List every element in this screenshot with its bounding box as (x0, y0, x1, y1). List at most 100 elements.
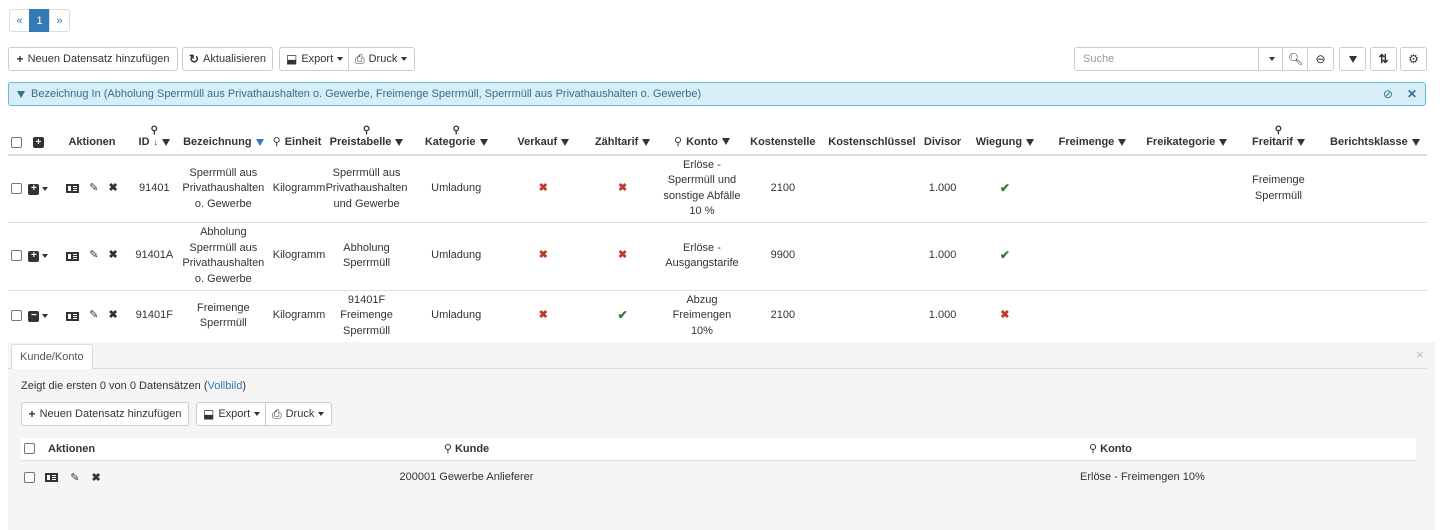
sub-add-record-button[interactable]: + Neuen Datensatz hinzufügen (21, 402, 189, 426)
expand-row-icon[interactable]: + (28, 250, 40, 262)
pagination-page-1[interactable]: 1 (29, 9, 50, 32)
header-divisor[interactable]: Divisor (920, 118, 965, 156)
sub-select-all-checkbox[interactable] (24, 443, 35, 455)
sub-export-print-group: ⬓ Export ⎙ Druck (196, 402, 332, 426)
disable-filter-icon[interactable]: ⊘ (1383, 87, 1393, 101)
filter-icon (1348, 55, 1357, 63)
collapse-row-icon[interactable]: − (28, 310, 40, 322)
settings-button[interactable]: ⚙ (1400, 47, 1427, 71)
search-dropdown-button[interactable] (1258, 47, 1285, 71)
header-wiegung[interactable]: Wiegung (964, 118, 1046, 156)
details-card-icon[interactable] (45, 472, 59, 482)
row-checkbox[interactable] (11, 309, 23, 321)
remove-filter-icon[interactable]: ✕ (1407, 87, 1417, 101)
export-button[interactable]: ⬓ Export (279, 47, 349, 71)
header-kostenstelle[interactable]: Kostenstelle (742, 118, 824, 156)
filter-icon[interactable] (395, 138, 404, 146)
check-icon: ✔ (999, 180, 1010, 195)
header-konto[interactable]: ⚲ Konto (661, 118, 743, 156)
print-button[interactable]: ⎙ Druck (348, 47, 415, 71)
caret-down-icon (337, 57, 344, 61)
sort-button[interactable]: ⇅ (1370, 47, 1397, 71)
filter-icon[interactable] (642, 138, 651, 146)
header-kategorie[interactable]: ⚲ Kategorie (409, 118, 503, 156)
edit-pencil-icon[interactable]: ✎ (89, 181, 98, 197)
header-id[interactable]: ⚲ ID ↓ (132, 118, 176, 156)
row-checkbox[interactable] (11, 249, 23, 261)
search-button[interactable]: 🔍︎ (1282, 47, 1309, 71)
edit-pencil-icon[interactable]: ✎ (70, 471, 79, 484)
header-preistabelle[interactable]: ⚲ Preistabelle (323, 118, 410, 156)
table-row[interactable]: + ✎ ✖ 91401A Abholung Sperrmüll aus Priva… (8, 222, 1427, 291)
tab-kunde-konto[interactable]: Kunde/Konto (11, 344, 93, 369)
edit-pencil-icon[interactable]: ✎ (89, 248, 98, 264)
header-bezeichnung[interactable]: Bezeichnung (175, 118, 271, 156)
print-icon: ⎙ (272, 407, 282, 421)
header-freitarif[interactable]: ⚲ Freitarif (1234, 118, 1323, 156)
export-icon: ⬓ (203, 407, 215, 421)
delete-icon[interactable]: ✖ (108, 308, 117, 324)
caret-down-icon (401, 57, 408, 61)
filter-active-icon[interactable] (255, 138, 264, 146)
caret-down-icon[interactable] (42, 254, 49, 259)
header-zaehltarif[interactable]: Zähltarif (583, 118, 662, 156)
delete-icon[interactable]: ✖ (92, 471, 101, 484)
header-freimenge[interactable]: Freimenge (1045, 118, 1140, 156)
cell-divisor: 1.000 (920, 155, 965, 223)
fullscreen-link[interactable]: Vollbild (208, 380, 243, 392)
cell-kategorie: Umladung (409, 222, 503, 291)
cell-freikategorie (1139, 155, 1235, 223)
caret-down-icon[interactable] (42, 314, 49, 319)
delete-icon[interactable]: ✖ (108, 248, 117, 264)
cell-berichtsklasse (1322, 155, 1427, 223)
expand-row-icon[interactable]: + (28, 183, 40, 195)
details-card-icon[interactable] (66, 184, 80, 194)
filter-icon[interactable] (1411, 138, 1420, 146)
header-freikategorie[interactable]: Freikategorie (1139, 118, 1235, 156)
sub-table: Aktionen ⚲ Kunde ⚲ Konto ✎ ✖ 200001 Gewer… (21, 438, 1416, 494)
header-einheit[interactable]: ⚲ Einheit (270, 118, 324, 156)
caret-down-icon[interactable] (42, 187, 49, 191)
filter-icon[interactable] (561, 138, 570, 146)
filter-icon[interactable] (1219, 138, 1228, 146)
cell-divisor: 1.000 (920, 290, 965, 343)
print-icon: ⎙ (355, 52, 365, 66)
delete-icon[interactable]: ✖ (108, 181, 117, 197)
header-kostenschluessel[interactable]: Kostenschlüssel (823, 118, 921, 156)
filter-icon[interactable] (162, 138, 171, 146)
details-card-icon[interactable] (66, 311, 80, 321)
sub-header-konto[interactable]: ⚲ Konto (825, 438, 1416, 461)
close-icon[interactable]: × (1416, 347, 1424, 362)
table-row[interactable]: − ✎ ✖ 91401F Freimenge Sperrmüll Kilogram… (8, 290, 1427, 343)
filter-icon[interactable] (721, 138, 730, 145)
search-input[interactable]: Suche (1074, 47, 1261, 71)
check-icon: ✔ (999, 247, 1010, 262)
filter-icon[interactable] (479, 138, 488, 146)
pagination-prev[interactable]: « (9, 9, 30, 32)
sub-header-kunde[interactable]: ⚲ Kunde (108, 438, 825, 461)
sub-table-row[interactable]: ✎ ✖ 200001 Gewerbe Anlieferer Erlöse - Fr… (21, 460, 1416, 494)
pagination-next[interactable]: » (49, 9, 70, 32)
filter-icon[interactable] (1026, 138, 1035, 146)
header-aktionen: Aktionen (51, 118, 133, 156)
filter-button[interactable] (1339, 47, 1366, 71)
row-checkbox[interactable] (11, 182, 23, 194)
cell-preistabelle: 91401F Freimenge Sperrmüll (323, 290, 410, 343)
filter-icon[interactable] (1296, 138, 1305, 146)
refresh-label: Aktualisieren (203, 53, 267, 65)
filter-icon[interactable] (1118, 138, 1127, 146)
select-all-checkbox[interactable] (11, 137, 23, 148)
row-checkbox[interactable] (24, 471, 35, 483)
refresh-button[interactable]: ↻ Aktualisieren (182, 47, 273, 71)
details-card-icon[interactable] (66, 251, 80, 261)
add-record-button[interactable]: + Neuen Datensatz hinzufügen (8, 47, 178, 71)
edit-pencil-icon[interactable]: ✎ (89, 308, 98, 324)
sub-export-button[interactable]: ⬓ Export (196, 402, 266, 426)
expand-all-icon[interactable]: + (32, 137, 44, 148)
sub-print-button[interactable]: ⎙ Druck (265, 402, 332, 426)
table-row[interactable]: + ✎ ✖ 91401 Sperrmüll aus Privathaushalte… (8, 155, 1427, 223)
search-clear-button[interactable]: ⊖ (1307, 47, 1334, 71)
header-berichtsklasse[interactable]: Berichtsklasse (1322, 118, 1427, 156)
check-icon: ✔ (617, 307, 628, 322)
header-verkauf[interactable]: Verkauf (502, 118, 584, 156)
